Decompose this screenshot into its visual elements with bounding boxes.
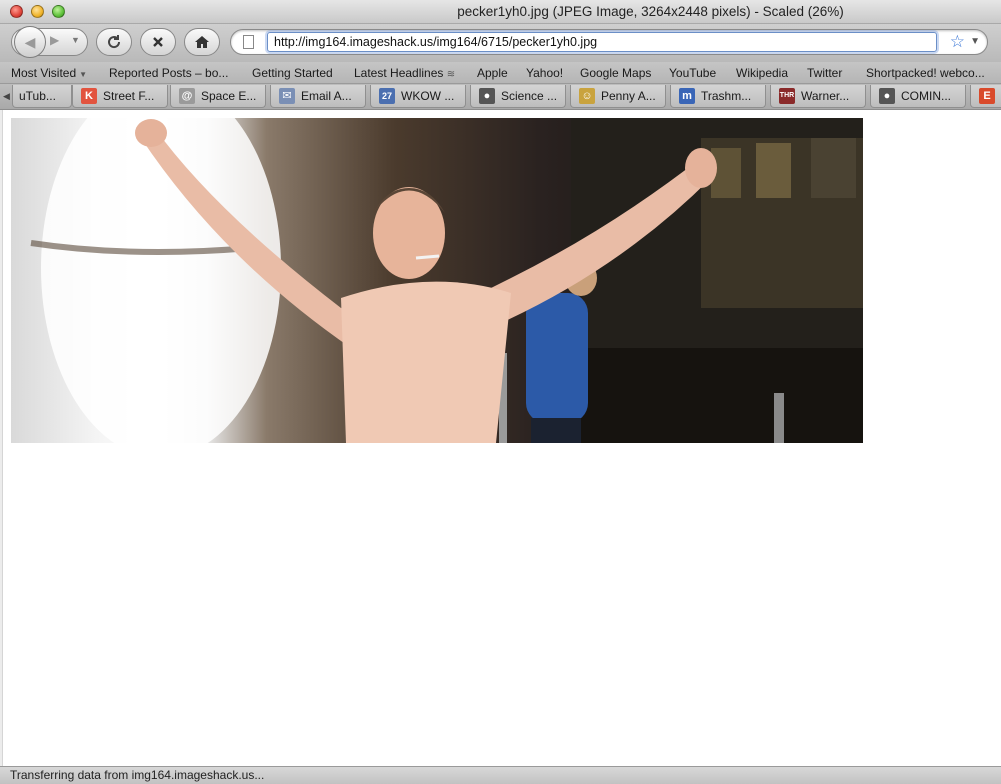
location-bar[interactable]: http://img164.imageshack.us/img164/6715/… (230, 29, 988, 55)
bookmark-shortpacked[interactable]: Shortpacked! webco... (866, 66, 985, 80)
tab-favicon-icon: E (979, 88, 995, 104)
tab-street-fighter[interactable]: K Street F... (72, 85, 168, 108)
tab-science[interactable]: ● Science ... (470, 85, 566, 108)
bookmark-google-maps[interactable]: Google Maps (580, 66, 651, 80)
bookmark-getting-started[interactable]: Getting Started (252, 66, 333, 80)
back-icon: ◀ (24, 33, 36, 50)
tab-favicon-icon: K (81, 88, 97, 104)
tab-youtube[interactable]: uTub... (12, 85, 72, 108)
tab-warner[interactable]: THR Warner... (770, 85, 866, 108)
navigation-toolbar: ◀ ▶ ▼ http://img164.imageshack.us/img164… (0, 24, 1001, 62)
bookmark-latest-headlines[interactable]: Latest Headlines ≋ (354, 66, 455, 80)
forward-icon[interactable]: ▶ (50, 33, 59, 47)
stop-button[interactable] (140, 28, 176, 56)
bookmark-wikipedia[interactable]: Wikipedia (736, 66, 788, 80)
status-bar: Transferring data from img164.imageshack… (0, 766, 1001, 784)
status-text: Transferring data from img164.imageshack… (10, 768, 265, 782)
tab-favicon-icon: THR (779, 88, 795, 104)
tab-coming[interactable]: ● COMIN... (870, 85, 966, 108)
history-dropdown-icon[interactable]: ▼ (71, 35, 80, 45)
tab-space[interactable]: @ Space E... (170, 85, 266, 108)
reload-button[interactable] (96, 28, 132, 56)
page-content (0, 110, 1001, 766)
tab-penny-arcade[interactable]: ☺ Penny A... (570, 85, 666, 108)
bookmark-apple[interactable]: Apple (477, 66, 508, 80)
chevron-down-icon: ▼ (79, 70, 88, 79)
bookmark-most-visited[interactable]: Most Visited ▼ (11, 66, 87, 80)
photo-illustration (30, 118, 863, 443)
bookmarks-toolbar: Most Visited ▼ Reported Posts – bo... Get… (0, 62, 1001, 84)
window-title: pecker1yh0.jpg (JPEG Image, 3264x2448 pi… (457, 4, 844, 19)
tab-strip: ◀ uTub... K Street F... @ Space E... ✉ Emai… (0, 84, 1001, 110)
bookmark-twitter[interactable]: Twitter (807, 66, 842, 80)
tab-favicon-icon: @ (179, 88, 195, 104)
back-button[interactable]: ◀ (14, 26, 46, 58)
rss-icon: ≋ (446, 69, 456, 80)
home-icon (195, 36, 209, 48)
tab-email[interactable]: ✉ Email A... (270, 85, 366, 108)
scaled-jpeg-image[interactable] (11, 118, 863, 443)
reload-icon (108, 35, 121, 49)
home-button[interactable] (184, 28, 220, 56)
tab-favicon-icon: ✉ (279, 88, 295, 104)
bookmark-yahoo[interactable]: Yahoo! (526, 66, 563, 80)
tab-favicon-icon: 27 (379, 88, 395, 104)
tab-favicon-icon: ● (479, 88, 495, 104)
url-input[interactable]: http://img164.imageshack.us/img164/6715/… (267, 32, 937, 52)
star-icon[interactable]: ☆ (950, 32, 965, 52)
stop-icon (153, 37, 163, 47)
bookmark-youtube[interactable]: YouTube (669, 66, 716, 80)
sidebar-edge (0, 110, 3, 766)
bookmark-reported-posts[interactable]: Reported Posts – bo... (109, 66, 228, 80)
tab-favicon-icon: m (679, 88, 695, 104)
tab-e[interactable]: E (970, 85, 1001, 108)
title-bar: pecker1yh0.jpg (JPEG Image, 3264x2448 pi… (0, 0, 1001, 24)
tab-wkow[interactable]: 27 WKOW ... (370, 85, 466, 108)
tab-trashmonster[interactable]: m Trashm... (670, 85, 766, 108)
page-icon (243, 35, 254, 49)
tab-favicon-icon: ☺ (579, 88, 595, 104)
tab-favicon-icon: ● (879, 88, 895, 104)
url-dropdown-icon[interactable]: ▼ (970, 36, 980, 47)
